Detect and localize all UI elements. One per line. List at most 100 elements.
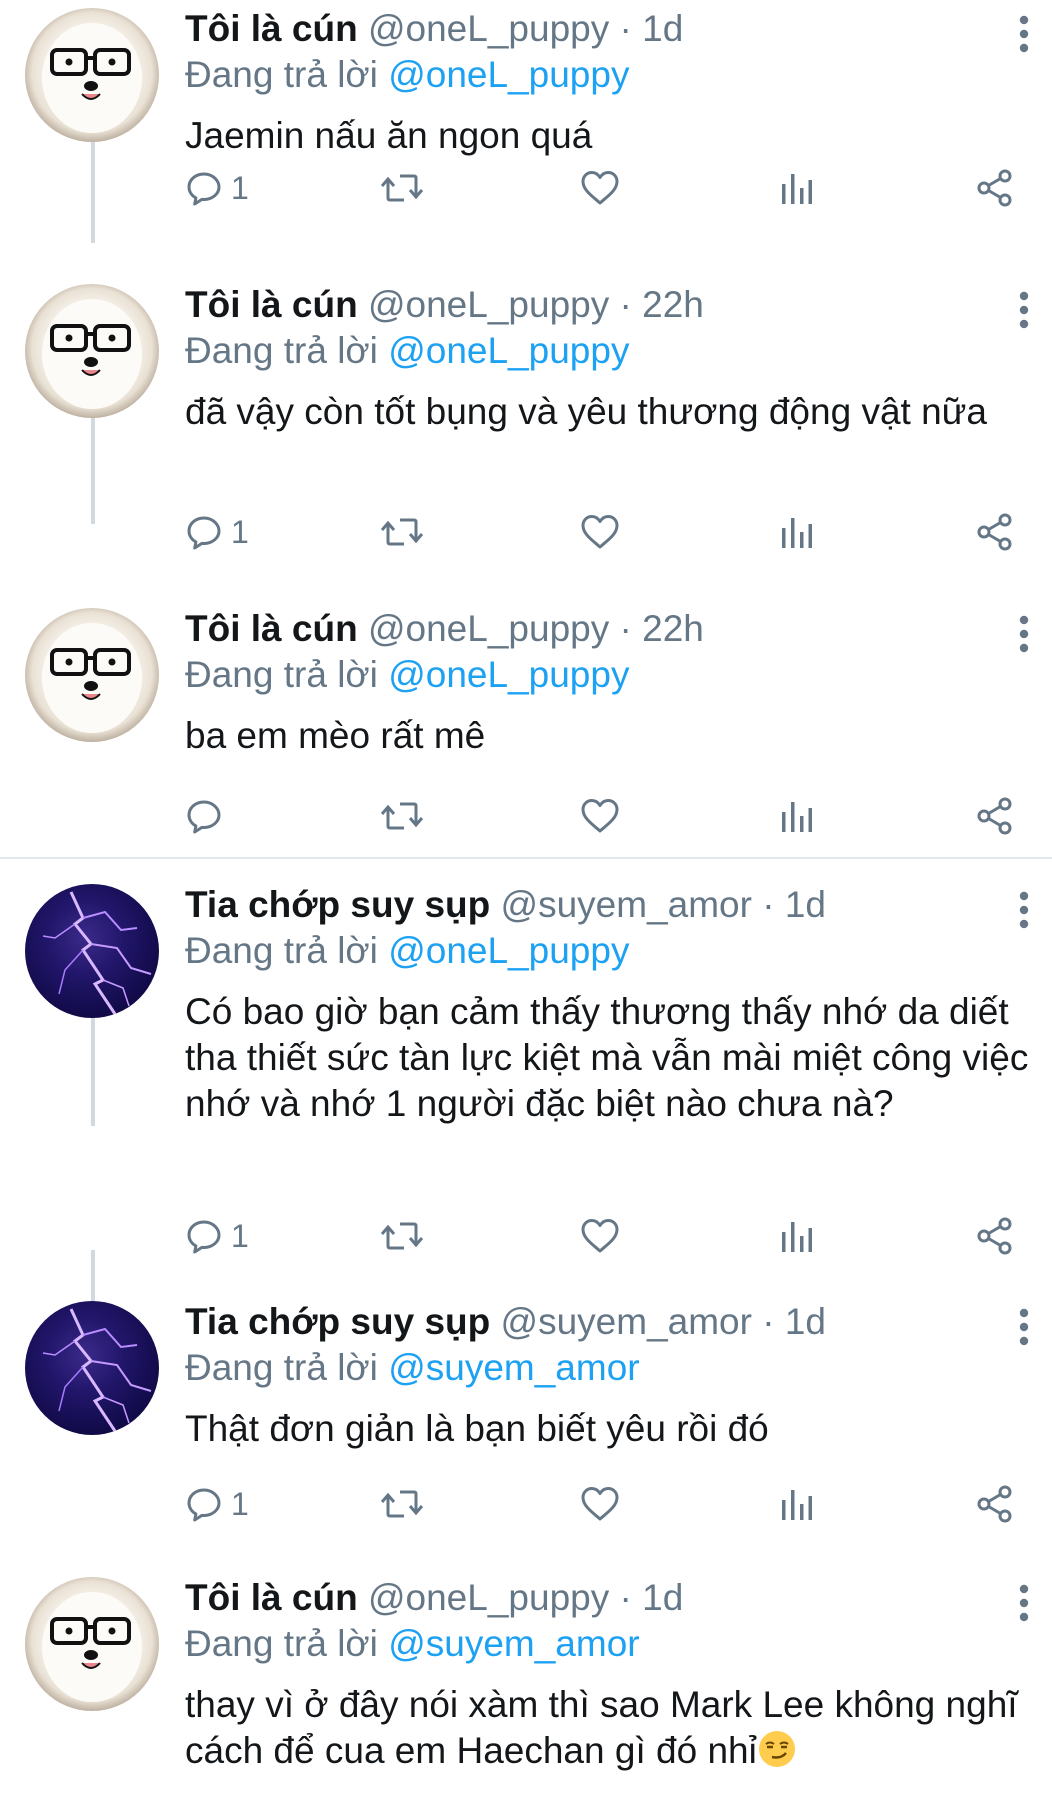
tweet-header: Tia chớp suy sụp @suyem_amor · 1d [185, 1299, 826, 1345]
share-button[interactable] [975, 791, 1015, 841]
tweet[interactable]: Tia chớp suy sụp @suyem_amor · 1d Đang t… [0, 1293, 1052, 1543]
reply-count: 1 [231, 169, 249, 206]
avatar[interactable] [25, 1577, 159, 1711]
timestamp[interactable]: 22h [642, 284, 704, 325]
avatar[interactable] [25, 1301, 159, 1435]
avatar[interactable] [25, 608, 159, 742]
analytics-button[interactable] [780, 507, 814, 557]
reply-mention-link[interactable]: @oneL_puppy [388, 930, 629, 971]
tweet-actions: 1 [0, 507, 1052, 557]
avatar[interactable] [25, 8, 159, 142]
reply-button[interactable]: 1 [185, 507, 249, 557]
heart-icon [581, 515, 619, 549]
avatar[interactable] [25, 284, 159, 418]
tweet[interactable]: Tôi là cún @oneL_puppy · 22h Đang trả lờ… [0, 276, 1052, 576]
more-vertical-icon[interactable] [1010, 614, 1038, 654]
analytics-button[interactable] [780, 1211, 814, 1261]
retweet-button[interactable] [380, 507, 424, 557]
tweet[interactable]: Tôi là cún @oneL_puppy · 1d Đang trả lời… [0, 0, 1052, 243]
replying-to-label: Đang trả lời [185, 1623, 389, 1664]
retweet-button[interactable] [380, 1479, 424, 1529]
author-handle[interactable]: @oneL_puppy [368, 8, 609, 49]
analytics-button[interactable] [780, 791, 814, 841]
tweet-text: Jaemin nấu ăn ngon quá [185, 115, 593, 156]
tweet-header: Tôi là cún @oneL_puppy · 22h [185, 606, 704, 652]
like-button[interactable] [580, 507, 620, 557]
author-handle[interactable]: @suyem_amor [501, 1301, 752, 1342]
author-handle[interactable]: @suyem_amor [501, 884, 752, 925]
tweet[interactable]: Tôi là cún @oneL_puppy · 22h Đang trả lờ… [0, 600, 1052, 855]
tweet-actions: 1 [0, 1211, 1052, 1261]
author-name[interactable]: Tia chớp suy sụp [185, 1301, 490, 1342]
like-button[interactable] [580, 1479, 620, 1529]
replying-to-label: Đang trả lời [185, 654, 389, 695]
more-vertical-icon[interactable] [1010, 290, 1038, 330]
analytics-icon [782, 802, 812, 832]
tweet-actions: 1 [0, 163, 1052, 213]
author-handle[interactable]: @oneL_puppy [368, 1577, 609, 1618]
timestamp[interactable]: 22h [642, 608, 704, 649]
separator-dot: · [619, 8, 632, 49]
analytics-button[interactable] [780, 163, 814, 213]
author-name[interactable]: Tôi là cún [185, 8, 358, 49]
reply-icon [187, 1488, 221, 1522]
tweet[interactable]: Tôi là cún @oneL_puppy · 1d Đang trả lời… [0, 1569, 1052, 1806]
timestamp[interactable]: 1d [785, 1301, 826, 1342]
more-vertical-icon[interactable] [1010, 1583, 1038, 1623]
share-button[interactable] [975, 1211, 1015, 1261]
analytics-button[interactable] [780, 1479, 814, 1529]
reply-button[interactable]: 1 [185, 1479, 249, 1529]
tweet-text: ba em mèo rất mê [185, 715, 486, 756]
share-icon [977, 1485, 1012, 1523]
author-name[interactable]: Tôi là cún [185, 608, 358, 649]
timestamp[interactable]: 1d [642, 8, 683, 49]
author-name[interactable]: Tia chớp suy sụp [185, 884, 490, 925]
reply-mention-link[interactable]: @oneL_puppy [388, 54, 629, 95]
tweet-actions [0, 791, 1052, 841]
share-icon [977, 513, 1012, 551]
analytics-icon [782, 1490, 812, 1520]
share-button[interactable] [975, 1479, 1015, 1529]
tweet-text: đã vậy còn tốt bụng và yêu thương động v… [185, 391, 988, 432]
replying-to: Đang trả lời @oneL_puppy [185, 652, 629, 698]
retweet-button[interactable] [380, 1211, 424, 1261]
reply-icon [187, 800, 221, 834]
retweet-button[interactable] [380, 791, 424, 841]
like-button[interactable] [580, 1211, 620, 1261]
separator-dot: · [762, 884, 775, 925]
author-handle[interactable]: @oneL_puppy [368, 608, 609, 649]
reply-count: 1 [231, 1485, 249, 1522]
more-vertical-icon[interactable] [1010, 1307, 1038, 1347]
share-button[interactable] [975, 163, 1015, 213]
reply-button[interactable]: 1 [185, 163, 249, 213]
avatar[interactable] [25, 884, 159, 1018]
retweet-button[interactable] [380, 163, 424, 213]
retweet-icon [380, 1490, 424, 1518]
reply-button[interactable] [185, 791, 231, 841]
reply-mention-link[interactable]: @oneL_puppy [388, 654, 629, 695]
retweet-icon [380, 802, 424, 830]
more-vertical-icon[interactable] [1010, 14, 1038, 54]
reply-button[interactable]: 1 [185, 1211, 249, 1261]
reply-mention-link[interactable]: @oneL_puppy [388, 330, 629, 371]
tweet[interactable]: Tia chớp suy sụp @suyem_amor · 1d Đang t… [0, 876, 1052, 1266]
like-button[interactable] [580, 163, 620, 213]
analytics-icon [782, 518, 812, 548]
share-button[interactable] [975, 507, 1015, 557]
more-vertical-icon[interactable] [1010, 890, 1038, 930]
timestamp[interactable]: 1d [642, 1577, 683, 1618]
author-name[interactable]: Tôi là cún [185, 1577, 358, 1618]
reply-icon [187, 172, 221, 206]
timestamp[interactable]: 1d [785, 884, 826, 925]
author-name[interactable]: Tôi là cún [185, 284, 358, 325]
reply-mention-link[interactable]: @suyem_amor [388, 1347, 639, 1388]
replying-to: Đang trả lời @suyem_amor [185, 1621, 640, 1667]
reply-mention-link[interactable]: @suyem_amor [388, 1623, 639, 1664]
replying-to: Đang trả lời @oneL_puppy [185, 52, 629, 98]
smirking-face-emoji [758, 1731, 795, 1767]
analytics-icon [782, 1222, 812, 1252]
replying-to: Đang trả lời @suyem_amor [185, 1345, 640, 1391]
author-handle[interactable]: @oneL_puppy [368, 284, 609, 325]
tweet-actions: 1 [0, 1479, 1052, 1529]
like-button[interactable] [580, 791, 620, 841]
